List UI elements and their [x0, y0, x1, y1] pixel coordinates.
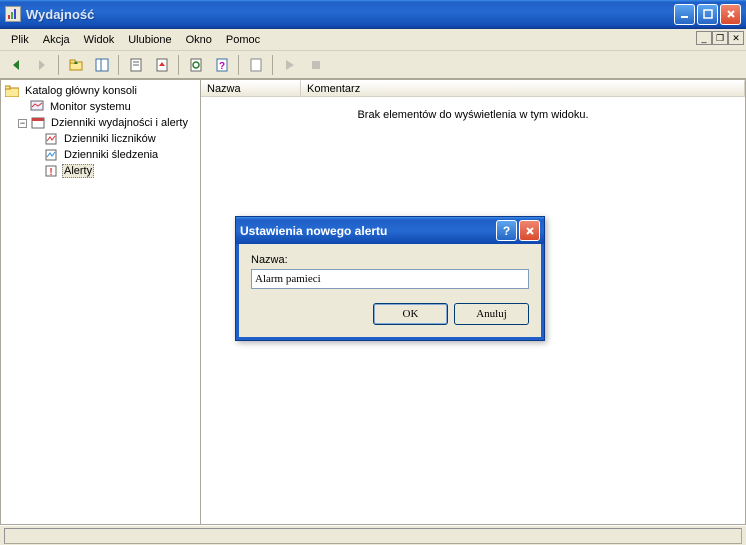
collapse-icon[interactable]: −	[18, 119, 27, 128]
status-panel	[4, 528, 742, 544]
dialog-help-button[interactable]: ?	[496, 220, 517, 241]
tree-logs[interactable]: − Dzienniki wydajności i alerty	[4, 115, 197, 131]
tree-label: Katalog główny konsoli	[23, 85, 139, 97]
ok-button[interactable]: OK	[373, 303, 448, 325]
window-title: Wydajność	[26, 7, 674, 22]
tree-label: Dzienniki śledzenia	[62, 149, 160, 161]
trace-log-icon	[43, 147, 59, 163]
empty-message: Brak elementów do wyświetlenia w tym wid…	[201, 97, 745, 133]
tree-trace[interactable]: Dzienniki śledzenia	[4, 147, 197, 163]
new-button[interactable]	[244, 54, 267, 76]
mdi-minimize-button[interactable]: _	[696, 31, 712, 45]
help-button[interactable]: ?	[210, 54, 233, 76]
maximize-button[interactable]	[697, 4, 718, 25]
titlebar: Wydajność	[0, 0, 746, 29]
menubar: Plik Akcja Widok Ulubione Okno Pomoc _ ❐…	[0, 29, 746, 51]
tree-pane[interactable]: Katalog główny konsoli Monitor systemu −…	[1, 80, 201, 524]
counter-log-icon	[43, 131, 59, 147]
menu-widok[interactable]: Widok	[77, 32, 122, 48]
menu-akcja[interactable]: Akcja	[36, 32, 77, 48]
menu-okno[interactable]: Okno	[179, 32, 219, 48]
dialog-close-button[interactable]	[519, 220, 540, 241]
tree-label: Dzienniki wydajności i alerty	[49, 117, 190, 129]
app-icon	[5, 6, 21, 22]
tree-monitor[interactable]: Monitor systemu	[4, 99, 197, 115]
up-folder-button[interactable]	[64, 54, 87, 76]
mdi-restore-button[interactable]: ❐	[712, 31, 728, 45]
svg-text:!: !	[49, 167, 52, 178]
svg-text:?: ?	[218, 61, 224, 72]
new-alert-dialog: Ustawienia nowego alertu ? Nazwa: OK Anu…	[235, 216, 545, 341]
stop-button[interactable]	[304, 54, 327, 76]
monitor-icon	[29, 99, 45, 115]
minimize-button[interactable]	[674, 4, 695, 25]
tree-label: Alerty	[62, 164, 94, 178]
tree-label: Monitor systemu	[48, 101, 133, 113]
tree-alerts[interactable]: ! Alerty	[4, 163, 197, 179]
tree-counters[interactable]: Dzienniki liczników	[4, 131, 197, 147]
tree-label: Dzienniki liczników	[62, 133, 158, 145]
mdi-close-button[interactable]: ✕	[728, 31, 744, 45]
forward-button[interactable]	[30, 54, 53, 76]
menu-pomoc[interactable]: Pomoc	[219, 32, 267, 48]
cancel-button[interactable]: Anuluj	[454, 303, 529, 325]
refresh-button[interactable]	[184, 54, 207, 76]
back-button[interactable]	[4, 54, 27, 76]
properties-button[interactable]	[124, 54, 147, 76]
alert-icon: !	[43, 163, 59, 179]
start-button[interactable]	[278, 54, 301, 76]
menu-ulubione[interactable]: Ulubione	[121, 32, 178, 48]
close-button[interactable]	[720, 4, 741, 25]
menu-plik[interactable]: Plik	[4, 32, 36, 48]
dialog-titlebar[interactable]: Ustawienia nowego alertu ?	[236, 217, 544, 244]
column-nazwa[interactable]: Nazwa	[201, 80, 301, 96]
list-header: Nazwa Komentarz	[201, 80, 745, 97]
toolbar: ?	[0, 51, 746, 79]
dialog-title: Ustawienia nowego alertu	[240, 224, 387, 238]
show-hide-tree-button[interactable]	[90, 54, 113, 76]
tree-root[interactable]: Katalog główny konsoli	[4, 83, 197, 99]
column-komentarz[interactable]: Komentarz	[301, 80, 745, 96]
name-label: Nazwa:	[251, 254, 529, 266]
export-button[interactable]	[150, 54, 173, 76]
logs-icon	[30, 115, 46, 131]
name-input[interactable]	[251, 269, 529, 289]
folder-icon	[4, 83, 20, 99]
statusbar	[0, 525, 746, 545]
